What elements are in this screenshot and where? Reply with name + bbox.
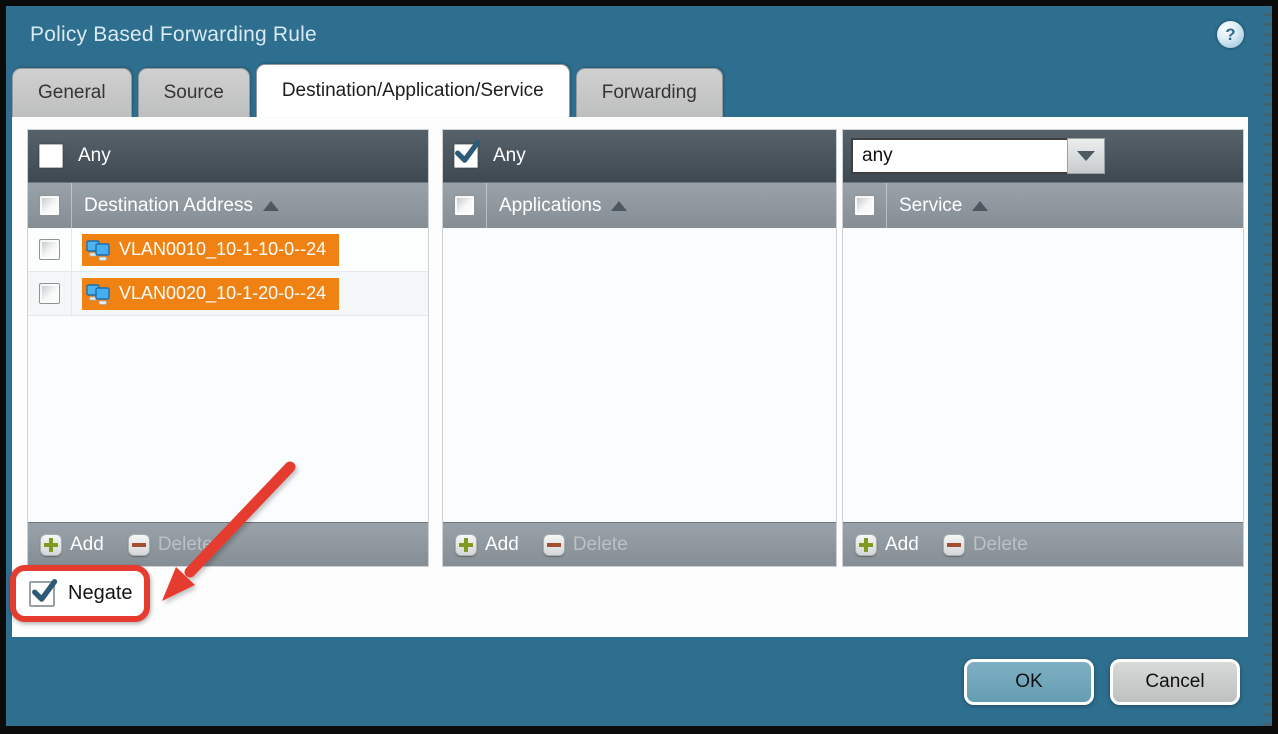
tab-destination-application-service[interactable]: Destination/Application/Service bbox=[256, 64, 570, 117]
destination-any-label: Any bbox=[78, 145, 111, 167]
minus-icon bbox=[543, 534, 565, 556]
applications-list bbox=[443, 228, 836, 522]
applications-any-label: Any bbox=[493, 145, 526, 167]
destination-any-checkbox[interactable] bbox=[39, 144, 63, 168]
destination-any-bar: Any bbox=[28, 130, 428, 182]
help-icon[interactable]: ? bbox=[1217, 21, 1244, 48]
cancel-button[interactable]: Cancel bbox=[1110, 659, 1240, 705]
destination-column-header[interactable]: Destination Address bbox=[28, 182, 428, 228]
plus-icon bbox=[455, 534, 477, 556]
applications-column-header[interactable]: Applications bbox=[443, 182, 836, 228]
sort-ascending-icon bbox=[611, 201, 627, 211]
sort-ascending-icon bbox=[263, 201, 279, 211]
address-object-label: VLAN0010_10-1-10-0--24 bbox=[119, 239, 326, 260]
service-column-header[interactable]: Service bbox=[843, 182, 1243, 228]
applications-column-label: Applications bbox=[499, 195, 601, 217]
table-row[interactable]: VLAN0010_10-1-10-0--24 bbox=[28, 228, 428, 272]
service-column-label: Service bbox=[899, 195, 962, 217]
dropdown-arrow-button[interactable] bbox=[1067, 138, 1105, 174]
address-object-icon bbox=[86, 282, 112, 306]
tab-content: Any Destination Address bbox=[12, 117, 1248, 637]
dialog-titlebar: Policy Based Forwarding Rule ? bbox=[6, 6, 1272, 64]
delete-button-label: Delete bbox=[158, 534, 213, 556]
destination-column-label: Destination Address bbox=[84, 195, 253, 217]
plus-icon bbox=[855, 534, 877, 556]
add-button[interactable]: Add bbox=[455, 534, 519, 556]
screenshot-frame: Policy Based Forwarding Rule ? General S… bbox=[0, 0, 1278, 734]
address-object-icon bbox=[86, 238, 112, 262]
applications-any-checkbox[interactable] bbox=[454, 144, 478, 168]
delete-button-label: Delete bbox=[973, 534, 1028, 556]
checkmark-icon bbox=[453, 138, 481, 166]
service-list bbox=[843, 228, 1243, 522]
dialog-footer: OK Cancel bbox=[6, 637, 1272, 726]
applications-select-all-checkbox[interactable] bbox=[454, 195, 475, 216]
ok-button[interactable]: OK bbox=[964, 659, 1094, 705]
service-select-all-checkbox[interactable] bbox=[854, 195, 875, 216]
add-button[interactable]: Add bbox=[855, 534, 919, 556]
negate-annotation-box: Negate bbox=[10, 565, 150, 622]
applications-any-bar: Any bbox=[443, 130, 836, 182]
add-button-label: Add bbox=[885, 534, 919, 556]
table-row[interactable]: VLAN0020_10-1-20-0--24 bbox=[28, 272, 428, 316]
chevron-down-icon bbox=[1077, 151, 1095, 161]
pbf-rule-dialog: Policy Based Forwarding Rule ? General S… bbox=[6, 6, 1272, 726]
negate-label: Negate bbox=[68, 582, 133, 605]
destination-address-panel: Any Destination Address bbox=[28, 130, 428, 566]
service-dropdown-bar: any bbox=[843, 130, 1243, 182]
plus-icon bbox=[40, 534, 62, 556]
applications-toolbar: Add Delete bbox=[443, 522, 836, 566]
row-checkbox[interactable] bbox=[39, 283, 60, 304]
delete-button[interactable]: Delete bbox=[128, 534, 213, 556]
minus-icon bbox=[128, 534, 150, 556]
add-button[interactable]: Add bbox=[40, 534, 104, 556]
destination-address-list: VLAN0010_10-1-10-0--24 bbox=[28, 228, 428, 522]
address-object-chip[interactable]: VLAN0020_10-1-20-0--24 bbox=[82, 278, 339, 310]
tab-source[interactable]: Source bbox=[138, 68, 250, 117]
address-object-chip[interactable]: VLAN0010_10-1-10-0--24 bbox=[82, 234, 339, 266]
checkmark-icon bbox=[30, 577, 58, 605]
address-object-label: VLAN0020_10-1-20-0--24 bbox=[119, 283, 326, 304]
negate-checkbox[interactable] bbox=[29, 581, 55, 607]
row-checkbox[interactable] bbox=[39, 239, 60, 260]
service-panel: any Service bbox=[843, 130, 1243, 566]
service-toolbar: Add Delete bbox=[843, 522, 1243, 566]
minus-icon bbox=[943, 534, 965, 556]
destination-select-all-checkbox[interactable] bbox=[39, 195, 60, 216]
delete-button-label: Delete bbox=[573, 534, 628, 556]
tab-general[interactable]: General bbox=[12, 68, 132, 117]
delete-button[interactable]: Delete bbox=[543, 534, 628, 556]
service-dropdown-value[interactable]: any bbox=[851, 138, 1067, 174]
add-button-label: Add bbox=[485, 534, 519, 556]
applications-panel: Any Applications bbox=[443, 130, 836, 566]
service-dropdown[interactable]: any bbox=[851, 138, 1105, 174]
tab-forwarding[interactable]: Forwarding bbox=[576, 68, 723, 117]
add-button-label: Add bbox=[70, 534, 104, 556]
dialog-title: Policy Based Forwarding Rule bbox=[30, 23, 317, 47]
sort-ascending-icon bbox=[972, 201, 988, 211]
tab-bar: General Source Destination/Application/S… bbox=[6, 64, 1272, 117]
destination-toolbar: Add Delete bbox=[28, 522, 428, 566]
delete-button[interactable]: Delete bbox=[943, 534, 1028, 556]
